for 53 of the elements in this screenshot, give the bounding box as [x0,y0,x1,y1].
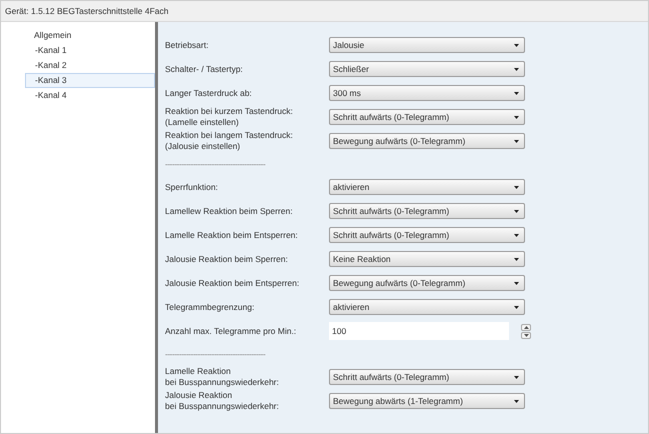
caret-icon [514,92,519,94]
parameter-label: Schalter- / Tastertyp: [165,64,244,74]
parameter-label: Lamelle Reaktion beim Entsperren: [165,230,299,240]
dropdown[interactable]: Jalousie [329,37,525,53]
window-title: Gerät: 1.5.12 BEGTasterschnittstelle 4Fach [5,6,168,16]
parameter-label: Telegrammbegrenzung: [165,302,256,312]
caret-icon [514,234,519,236]
increment-button[interactable] [521,324,531,330]
parameter-label: Jalousie Reaktion beim Entsperren: [165,278,300,288]
sidebar-item[interactable]: -Kanal 2 [25,58,155,73]
parameter-label: Jalousie Reaktion bei Busspannungswiederkehr: [165,390,280,412]
separator-text: ------------------------------------------- [165,159,266,169]
sidebar-item[interactable]: -Kanal 3 [25,73,155,88]
caret-icon [514,282,519,284]
dropdown[interactable]: Bewegung abwärts (1-Telegramm) [329,393,525,409]
dropdown[interactable]: Schritt aufwärts (0-Telegramm) [329,109,525,125]
dropdown[interactable]: Bewegung aufwärts (0-Telegramm) [329,133,525,149]
caret-icon [514,210,519,212]
caret-icon [514,140,519,142]
parameter-label: Reaktion bei kurzem Tastendruck: (Lamelle einstellen) [165,106,294,128]
dropdown[interactable]: Schritt aufwärts (0-Telegramm) [329,227,525,243]
dropdown[interactable]: Schritt aufwärts (0-Telegramm) [329,203,525,219]
parameter-label: Reaktion bei langem Tastendruck: (Jalousie einstellen) [165,130,294,152]
decrement-button[interactable] [521,332,531,338]
separator-text: ------------------------------------------- [165,349,266,359]
parameter-label: Anzahl max. Telegramme pro Min.: [165,326,298,336]
caret-icon [514,44,519,46]
caret-icon [514,116,519,118]
caret-icon [514,400,519,402]
parameter-label: Sperrfunktion: [165,182,219,192]
caret-icon [514,258,519,260]
parameter-label: Jalousie Reaktion beim Sperren: [165,254,289,264]
parameter-label: Lamellew Reaktion beim Sperren: [165,206,294,216]
sidebar-item[interactable]: -Kanal 4 [25,88,155,103]
dropdown[interactable]: aktivieren [329,299,525,315]
dropdown[interactable]: Keine Reaktion [329,251,525,267]
dropdown[interactable]: aktivieren [329,179,525,195]
up-arrow-icon [524,326,528,328]
caret-icon [514,306,519,308]
caret-icon [514,186,519,188]
caret-icon [514,68,519,70]
dropdown[interactable]: 300 ms [329,85,525,101]
sidebar-item[interactable]: -Kanal 1 [25,43,155,58]
parameter-label: Langer Tasterdruck ab: [165,88,253,98]
dropdown[interactable]: Bewegung aufwärts (0-Telegramm) [329,275,525,291]
sidebar-item[interactable]: Allgemein [25,28,155,43]
parameter-label: Lamelle Reaktion bei Busspannungswiederkehr: [165,366,280,388]
number-field[interactable]: 100 [329,322,509,340]
dropdown[interactable]: Schritt aufwärts (0-Telegramm) [329,369,525,385]
down-arrow-icon [524,334,528,336]
parameter-label: Betriebsart: [165,40,210,50]
caret-icon [514,376,519,378]
dropdown[interactable]: Schließer [329,61,525,77]
